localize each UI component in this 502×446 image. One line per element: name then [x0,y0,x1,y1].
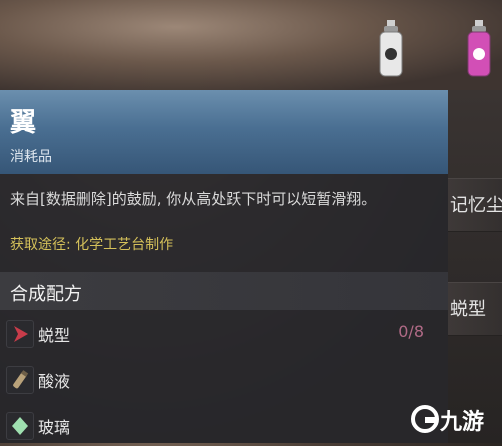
item-type: 消耗品 [10,149,52,165]
ingredient-name: 蜕型 [38,326,71,345]
item-source: 获取途径: 化学工艺台制作 [10,237,174,253]
side-list-item-1[interactable]: 记忆尘 [448,178,502,232]
recipe-header: 合成配方 [0,272,448,310]
ingredient-name: 玻璃 [38,418,71,437]
red-arrow-icon [6,320,34,348]
recipe-title: 合成配方 [10,284,82,305]
glass-shard-icon [6,412,34,440]
side-list-label: 记忆尘 [450,195,502,216]
watermark-text: 九游 [440,410,485,435]
ingredient-name: 酸液 [38,372,71,391]
watermark-logo-icon [411,405,439,433]
side-list-item-2[interactable]: 蜕型 [448,282,502,336]
side-list-label: 蜕型 [450,299,486,320]
item-title: 翼 [10,108,37,138]
recipe-row[interactable]: 玻璃 [0,404,448,446]
item-description: 来自[数据删除]的鼓励, 你从高处跃下时可以短暂滑翔。 [10,190,377,208]
white-bottle-icon[interactable] [378,20,404,78]
ingredient-count: 0/8 [398,322,424,341]
pink-bottle-icon[interactable] [466,20,492,78]
recipe-row[interactable]: 蜕型 0/8 [0,312,448,354]
recipe-row[interactable]: 酸液 [0,358,448,400]
background-scene [0,0,502,90]
acid-vial-icon [6,366,34,394]
item-header: 翼 消耗品 [0,90,448,174]
item-detail-panel: 翼 消耗品 来自[数据删除]的鼓励, 你从高处跃下时可以短暂滑翔。 获取途径: … [0,90,448,443]
side-list-background [448,90,502,443]
